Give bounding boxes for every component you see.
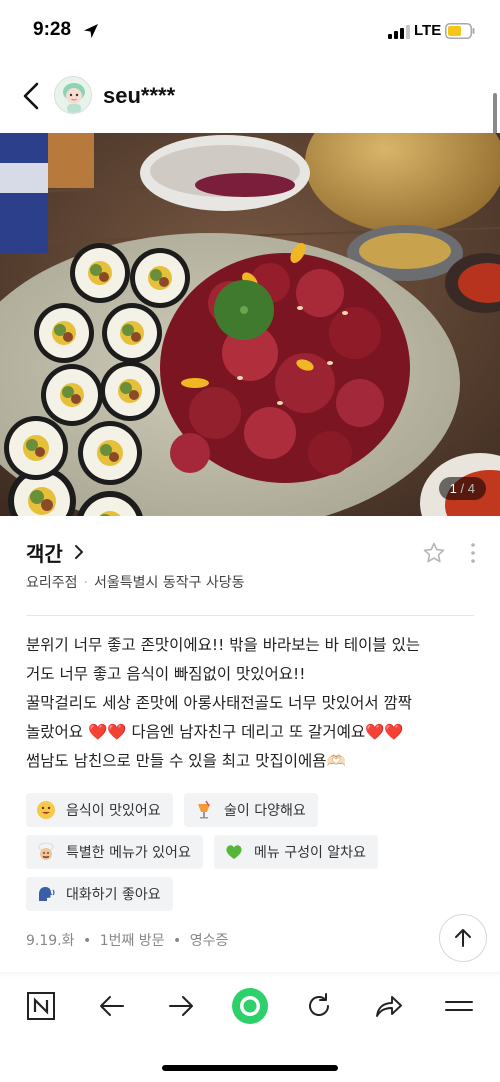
- back-icon[interactable]: [20, 82, 42, 110]
- tag-label: 메뉴 구성이 알차요: [254, 845, 366, 861]
- browser-forward-button[interactable]: [165, 990, 197, 1022]
- menu-button[interactable]: [443, 990, 475, 1022]
- home-green-icon: [232, 988, 268, 1024]
- back-arrow-icon: [100, 996, 124, 1016]
- photo-counter-separator: /: [460, 481, 465, 496]
- tag-label: 특별한 메뉴가 있어요: [66, 845, 191, 861]
- place-row: 객간: [26, 538, 486, 568]
- green-heart-icon: [226, 845, 242, 859]
- status-bar: 9:28 LTE: [0, 0, 500, 62]
- battery-icon: [445, 23, 475, 39]
- forward-arrow-icon: [169, 996, 193, 1016]
- chef-icon: [38, 842, 54, 860]
- tag-chip: 술이 다양해요: [184, 793, 318, 827]
- review-line: 놀랐어요 ❤️❤️ 다음엔 남자친구 데리고 또 갈거예요❤️❤️: [26, 723, 404, 741]
- review-line: 분위기 너무 좋고 존맛이에요!! 밖을 바라보는 바 테이블 있는: [26, 636, 421, 654]
- tag-label: 술이 다양해요: [224, 803, 306, 819]
- visit-separator: •: [82, 933, 92, 949]
- scroll-to-top-button[interactable]: [439, 914, 487, 962]
- naver-home-button[interactable]: [25, 990, 57, 1022]
- refresh-button[interactable]: [303, 990, 335, 1022]
- home-indicator[interactable]: [162, 1065, 338, 1071]
- visit-count: 1번째 방문: [99, 933, 165, 949]
- status-time: 9:28: [33, 19, 72, 40]
- scrollbar[interactable]: [493, 93, 497, 135]
- place-category: 요리주점: [26, 575, 78, 591]
- place-name[interactable]: 객간: [26, 538, 63, 567]
- avatar[interactable]: [54, 76, 92, 114]
- place-meta: 요리주점 · 서울특별시 동작구 사당동: [26, 572, 245, 592]
- share-button[interactable]: [373, 990, 405, 1022]
- speaking-head-icon: [39, 887, 55, 901]
- smiley-icon: [37, 801, 55, 819]
- signal-icon: [388, 25, 410, 39]
- photo-counter-current: 1: [449, 481, 457, 496]
- arrow-up-icon: [455, 929, 471, 947]
- visit-info: 9.19.화 • 1번째 방문 • 영수증: [26, 930, 228, 950]
- review-photo[interactable]: 1 / 4: [0, 133, 500, 516]
- tag-chip: 특별한 메뉴가 있어요: [26, 835, 203, 869]
- browser-toolbar: [0, 978, 500, 1038]
- review-text: 분위기 너무 좋고 존맛이에요!! 밖을 바라보는 바 테이블 있는 거도 너무…: [26, 631, 476, 776]
- more-vertical-icon[interactable]: [470, 542, 476, 564]
- browser-back-button[interactable]: [96, 990, 128, 1022]
- header: seu****: [0, 62, 500, 132]
- menu-icon: [445, 1001, 473, 1011]
- meta-separator: ·: [83, 575, 88, 591]
- tag-chip: 음식이 맛있어요: [26, 793, 173, 827]
- naver-n-icon: [27, 992, 55, 1020]
- review-line: 거도 너무 좋고 음식이 빠짐없이 맛있어요!!: [26, 665, 306, 683]
- review-line: 썸남도 남친으로 만들 수 있을 최고 맛집이에욤🫶🏻: [26, 752, 346, 770]
- star-icon[interactable]: [422, 541, 446, 565]
- review-line: 꿀막걸리도 세상 존맛에 아롱사태전골도 너무 맛있어서 깜짝: [26, 694, 413, 712]
- visit-date: 9.19.화: [26, 933, 75, 949]
- tag-label: 음식이 맛있어요: [66, 803, 161, 819]
- cocktail-icon: [198, 800, 210, 819]
- photo-counter-total: 4: [467, 481, 475, 496]
- tag-label: 대화하기 좋아요: [66, 887, 161, 903]
- food-photo-illustration: [0, 133, 500, 516]
- visit-proof: 영수증: [189, 933, 229, 949]
- network-label: LTE: [414, 22, 442, 39]
- photo-counter: 1 / 4: [438, 477, 486, 500]
- divider: [26, 615, 474, 616]
- visit-separator: •: [173, 933, 182, 949]
- refresh-icon: [309, 993, 329, 1016]
- green-home-button[interactable]: [231, 987, 269, 1025]
- place-address: 서울특별시 동작구 사당동: [93, 575, 245, 591]
- tag-chip: 대화하기 좋아요: [26, 877, 173, 911]
- share-icon: [376, 996, 402, 1017]
- username[interactable]: seu****: [103, 83, 175, 109]
- location-arrow-icon: [84, 24, 98, 38]
- chevron-right-icon[interactable]: [73, 544, 85, 560]
- tag-chip: 메뉴 구성이 알차요: [214, 835, 378, 869]
